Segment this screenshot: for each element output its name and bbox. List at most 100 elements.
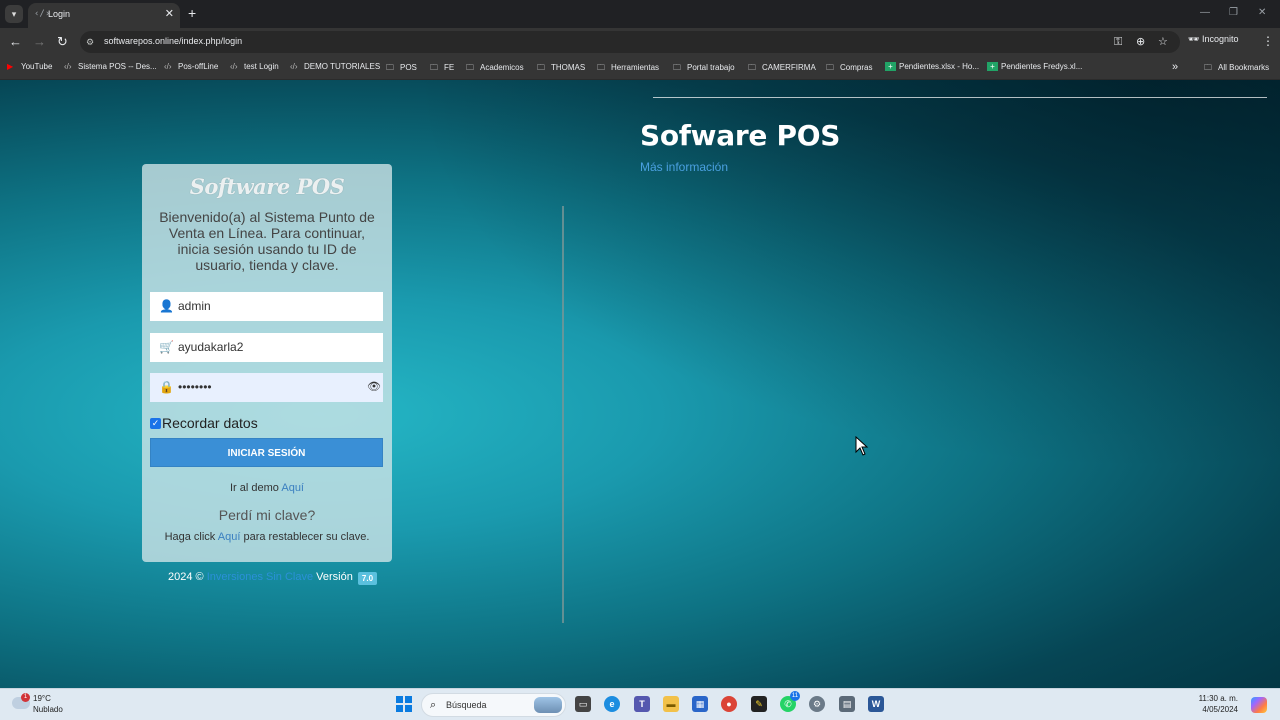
teams-icon[interactable]: T	[634, 696, 650, 712]
reset-password-link[interactable]: Aquí	[218, 531, 241, 543]
password-value: ••••••••	[178, 380, 212, 394]
reset-password-line: Haga click Aquí para restablecer su clav…	[142, 531, 392, 543]
folder-icon: 🗀	[1204, 63, 1212, 72]
url-text[interactable]: softwarepos.online/index.php/login	[104, 36, 242, 46]
store-value: ayudakarla2	[178, 340, 244, 354]
file-explorer-icon[interactable]: ▬	[663, 696, 679, 712]
lock-icon: 🔒	[159, 380, 174, 394]
reset-prefix: Haga click	[164, 531, 218, 543]
copyright: 2024 ©	[168, 571, 204, 583]
bookmark-folder[interactable]: 🗀 CAMERFIRMA	[748, 62, 816, 76]
bookmark-star-icon[interactable]: ☆	[1158, 35, 1168, 49]
demo-line: Ir al demo Aquí	[142, 482, 392, 494]
address-bar[interactable]: ⚙ softwarepos.online/index.php/login ⚿ ⊕…	[80, 31, 1180, 53]
password-key-icon[interactable]: ⚿	[1114, 35, 1122, 49]
store-field[interactable]: 🛒 ayudakarla2	[150, 333, 383, 362]
remember-checkbox[interactable]: ✓	[150, 418, 161, 429]
bookmark-folder[interactable]: 🗀 POS	[386, 62, 417, 76]
user-id-value: admin	[178, 299, 211, 313]
demo-link[interactable]: Aquí	[281, 482, 304, 494]
all-bookmarks[interactable]: 🗀 All Bookmarks	[1204, 62, 1269, 76]
restore-icon[interactable]: ❐	[1229, 7, 1238, 19]
sheets-icon: +	[885, 62, 896, 71]
tab-title: Login	[48, 9, 71, 19]
search-label: Búsqueda	[446, 700, 487, 710]
version-label: Versión	[316, 571, 353, 583]
back-icon[interactable]: ←	[9, 34, 22, 50]
incognito-icon: 🕶	[1188, 34, 1200, 44]
bookmarks-overflow-icon[interactable]: »	[1172, 61, 1178, 73]
tab-login[interactable]: ‹/› Login ✕	[28, 3, 180, 28]
bookmark-item[interactable]: + Pendientes Fredys.xl...	[987, 62, 1082, 71]
youtube-icon: ▶	[7, 62, 14, 71]
bookmark-item[interactable]: ‹/› Sistema POS -- Des...	[64, 62, 157, 71]
tab-search-chevron-icon[interactable]: ▾	[5, 5, 23, 23]
forward-icon[interactable]: →	[33, 34, 46, 50]
windows-taskbar: 1 19°C Nublado ⌕ Búsqueda ▭ e T ▬ ▦ ● ✎ …	[0, 688, 1280, 720]
user-id-field[interactable]: 👤 admin	[150, 292, 383, 321]
bookmark-item[interactable]: + Pendientes.xlsx - Ho...	[885, 62, 979, 71]
bookmark-item[interactable]: ‹/› test Login	[230, 62, 279, 71]
reload-icon[interactable]: ↻	[57, 34, 68, 50]
settings-gear-icon[interactable]: ⚙	[809, 696, 825, 712]
edge-icon[interactable]: e	[604, 696, 620, 712]
taskbar-search[interactable]: ⌕ Búsqueda	[421, 693, 566, 717]
cart-icon: 🛒	[159, 340, 174, 354]
whatsapp-badge: 11	[790, 691, 800, 701]
folder-icon: 🗀	[386, 63, 394, 72]
browser-tabstrip: ▾ ‹/› Login ✕ + — ❐ ✕	[0, 0, 1280, 28]
site-info-icon[interactable]: ⚙	[86, 36, 94, 48]
incognito-label: Incognito	[1201, 34, 1239, 44]
weather-desc[interactable]: Nublado	[33, 705, 63, 714]
windows-start-icon[interactable]	[396, 696, 412, 712]
login-page: Sofware POS Más información Software POS…	[0, 80, 1280, 688]
bookmark-item[interactable]: ‹/› DEMO TUTORIALES	[290, 62, 380, 71]
welcome-text: Bienvenido(a) al Sistema Punto de Venta …	[159, 209, 375, 273]
folder-icon: 🗀	[466, 63, 474, 72]
copilot-icon[interactable]	[1251, 697, 1267, 713]
code-icon: ‹/›	[34, 9, 51, 19]
sticky-notes-icon[interactable]: ✎	[751, 696, 767, 712]
new-tab-icon[interactable]: +	[188, 5, 196, 21]
more-info-link[interactable]: Más información	[640, 160, 728, 174]
chrome-icon[interactable]: ●	[721, 696, 737, 712]
code-icon: ‹/›	[230, 62, 238, 71]
bookmark-folder[interactable]: 🗀 Academicos	[466, 62, 524, 76]
weather-temp[interactable]: 19°C	[33, 694, 51, 703]
password-field[interactable]: 🔒 •••••••• 👁	[150, 373, 383, 402]
store-icon[interactable]: ▦	[692, 696, 708, 712]
word-icon[interactable]: W	[868, 696, 884, 712]
demo-prefix: Ir al demo	[230, 482, 282, 494]
login-button[interactable]: INICIAR SESIÓN	[150, 438, 383, 467]
browser-menu-icon[interactable]: ⋮	[1262, 34, 1274, 48]
show-password-eye-icon[interactable]: 👁	[367, 380, 381, 394]
incognito-indicator[interactable]: 🕶 Incognito	[1188, 34, 1238, 45]
close-icon[interactable]: ✕	[165, 8, 174, 20]
browser-toolbar: ← → ↻ ⚙ softwarepos.online/index.php/log…	[0, 28, 1280, 56]
bookmark-item[interactable]: ‹/› Pos-offLine	[164, 62, 218, 71]
forgot-password-title: Perdí mi clave?	[218, 507, 316, 523]
mouse-cursor-icon	[855, 436, 869, 456]
bookmark-folder[interactable]: 🗀 Herramientas	[597, 62, 659, 76]
clock-time[interactable]: 11:30 a. m.	[1199, 694, 1238, 703]
calculator-icon[interactable]: ▤	[839, 696, 855, 712]
vertical-divider	[562, 206, 564, 623]
bookmark-youtube[interactable]: ▶ YouTube	[7, 62, 52, 71]
bookmark-folder[interactable]: 🗀 Portal trabajo	[673, 62, 735, 76]
folder-icon: 🗀	[673, 63, 681, 72]
version-badge: 7.0	[357, 572, 378, 585]
brand-link[interactable]: Inversiones Sin Clave	[207, 571, 313, 583]
clock-date[interactable]: 4/05/2024	[1202, 705, 1238, 714]
code-icon: ‹/›	[290, 62, 298, 71]
code-icon: ‹/›	[164, 62, 172, 71]
bookmark-folder[interactable]: 🗀 THOMAS	[537, 62, 585, 76]
window-close-icon[interactable]: ✕	[1258, 7, 1266, 19]
zoom-icon[interactable]: ⊕	[1136, 35, 1145, 49]
remember-label[interactable]: Recordar datos	[162, 415, 258, 431]
minimize-icon[interactable]: —	[1200, 7, 1210, 19]
header-rule	[653, 97, 1267, 98]
bookmark-folder[interactable]: 🗀 FE	[430, 62, 454, 76]
folder-icon: 🗀	[537, 63, 545, 72]
bookmark-folder[interactable]: 🗀 Compras	[826, 62, 872, 76]
task-view-icon[interactable]: ▭	[575, 696, 591, 712]
